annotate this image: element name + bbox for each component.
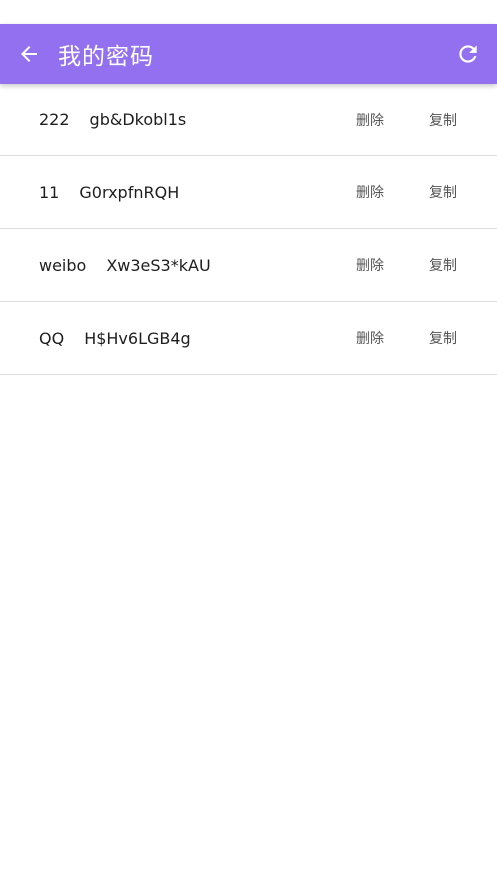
copy-button[interactable]: 复制 [429, 255, 497, 275]
back-button[interactable] [0, 24, 58, 84]
password-value: gb&Dkobl1s [89, 110, 187, 129]
arrow-left-icon [21, 46, 37, 62]
delete-button[interactable]: 删除 [356, 328, 429, 348]
password-list: 222 gb&Dkobl1s 删除 复制 11 G0rxpfnRQH 删除 复制… [0, 84, 497, 375]
refresh-button[interactable] [439, 24, 497, 84]
account-name: weibo [39, 255, 87, 275]
password-value: H$Hv6LGB4g [84, 328, 191, 348]
list-item: 222 gb&Dkobl1s 删除 复制 [0, 84, 497, 156]
screen: 我的密码 222 gb&Dkobl1s 删除 复制 11 G0rxpfnRQH … [0, 0, 497, 883]
copy-button[interactable]: 复制 [429, 182, 497, 202]
account-name: QQ [39, 328, 65, 348]
app-bar: 我的密码 [0, 24, 497, 84]
status-bar [0, 0, 497, 24]
refresh-icon [459, 45, 477, 63]
password-value: Xw3eS3*kAU [106, 255, 211, 275]
delete-button[interactable]: 删除 [356, 110, 429, 130]
list-item: QQ H$Hv6LGB4g 删除 复制 [0, 302, 497, 375]
page-title: 我的密码 [58, 44, 154, 70]
list-item: weibo Xw3eS3*kAU 删除 复制 [0, 229, 497, 302]
delete-button[interactable]: 删除 [356, 255, 429, 275]
account-name: 11 [39, 182, 60, 202]
account-name: 222 [39, 110, 70, 129]
copy-button[interactable]: 复制 [429, 328, 497, 348]
password-value: G0rxpfnRQH [79, 182, 180, 202]
delete-button[interactable]: 删除 [356, 182, 429, 202]
copy-button[interactable]: 复制 [429, 110, 497, 130]
list-item: 11 G0rxpfnRQH 删除 复制 [0, 156, 497, 229]
